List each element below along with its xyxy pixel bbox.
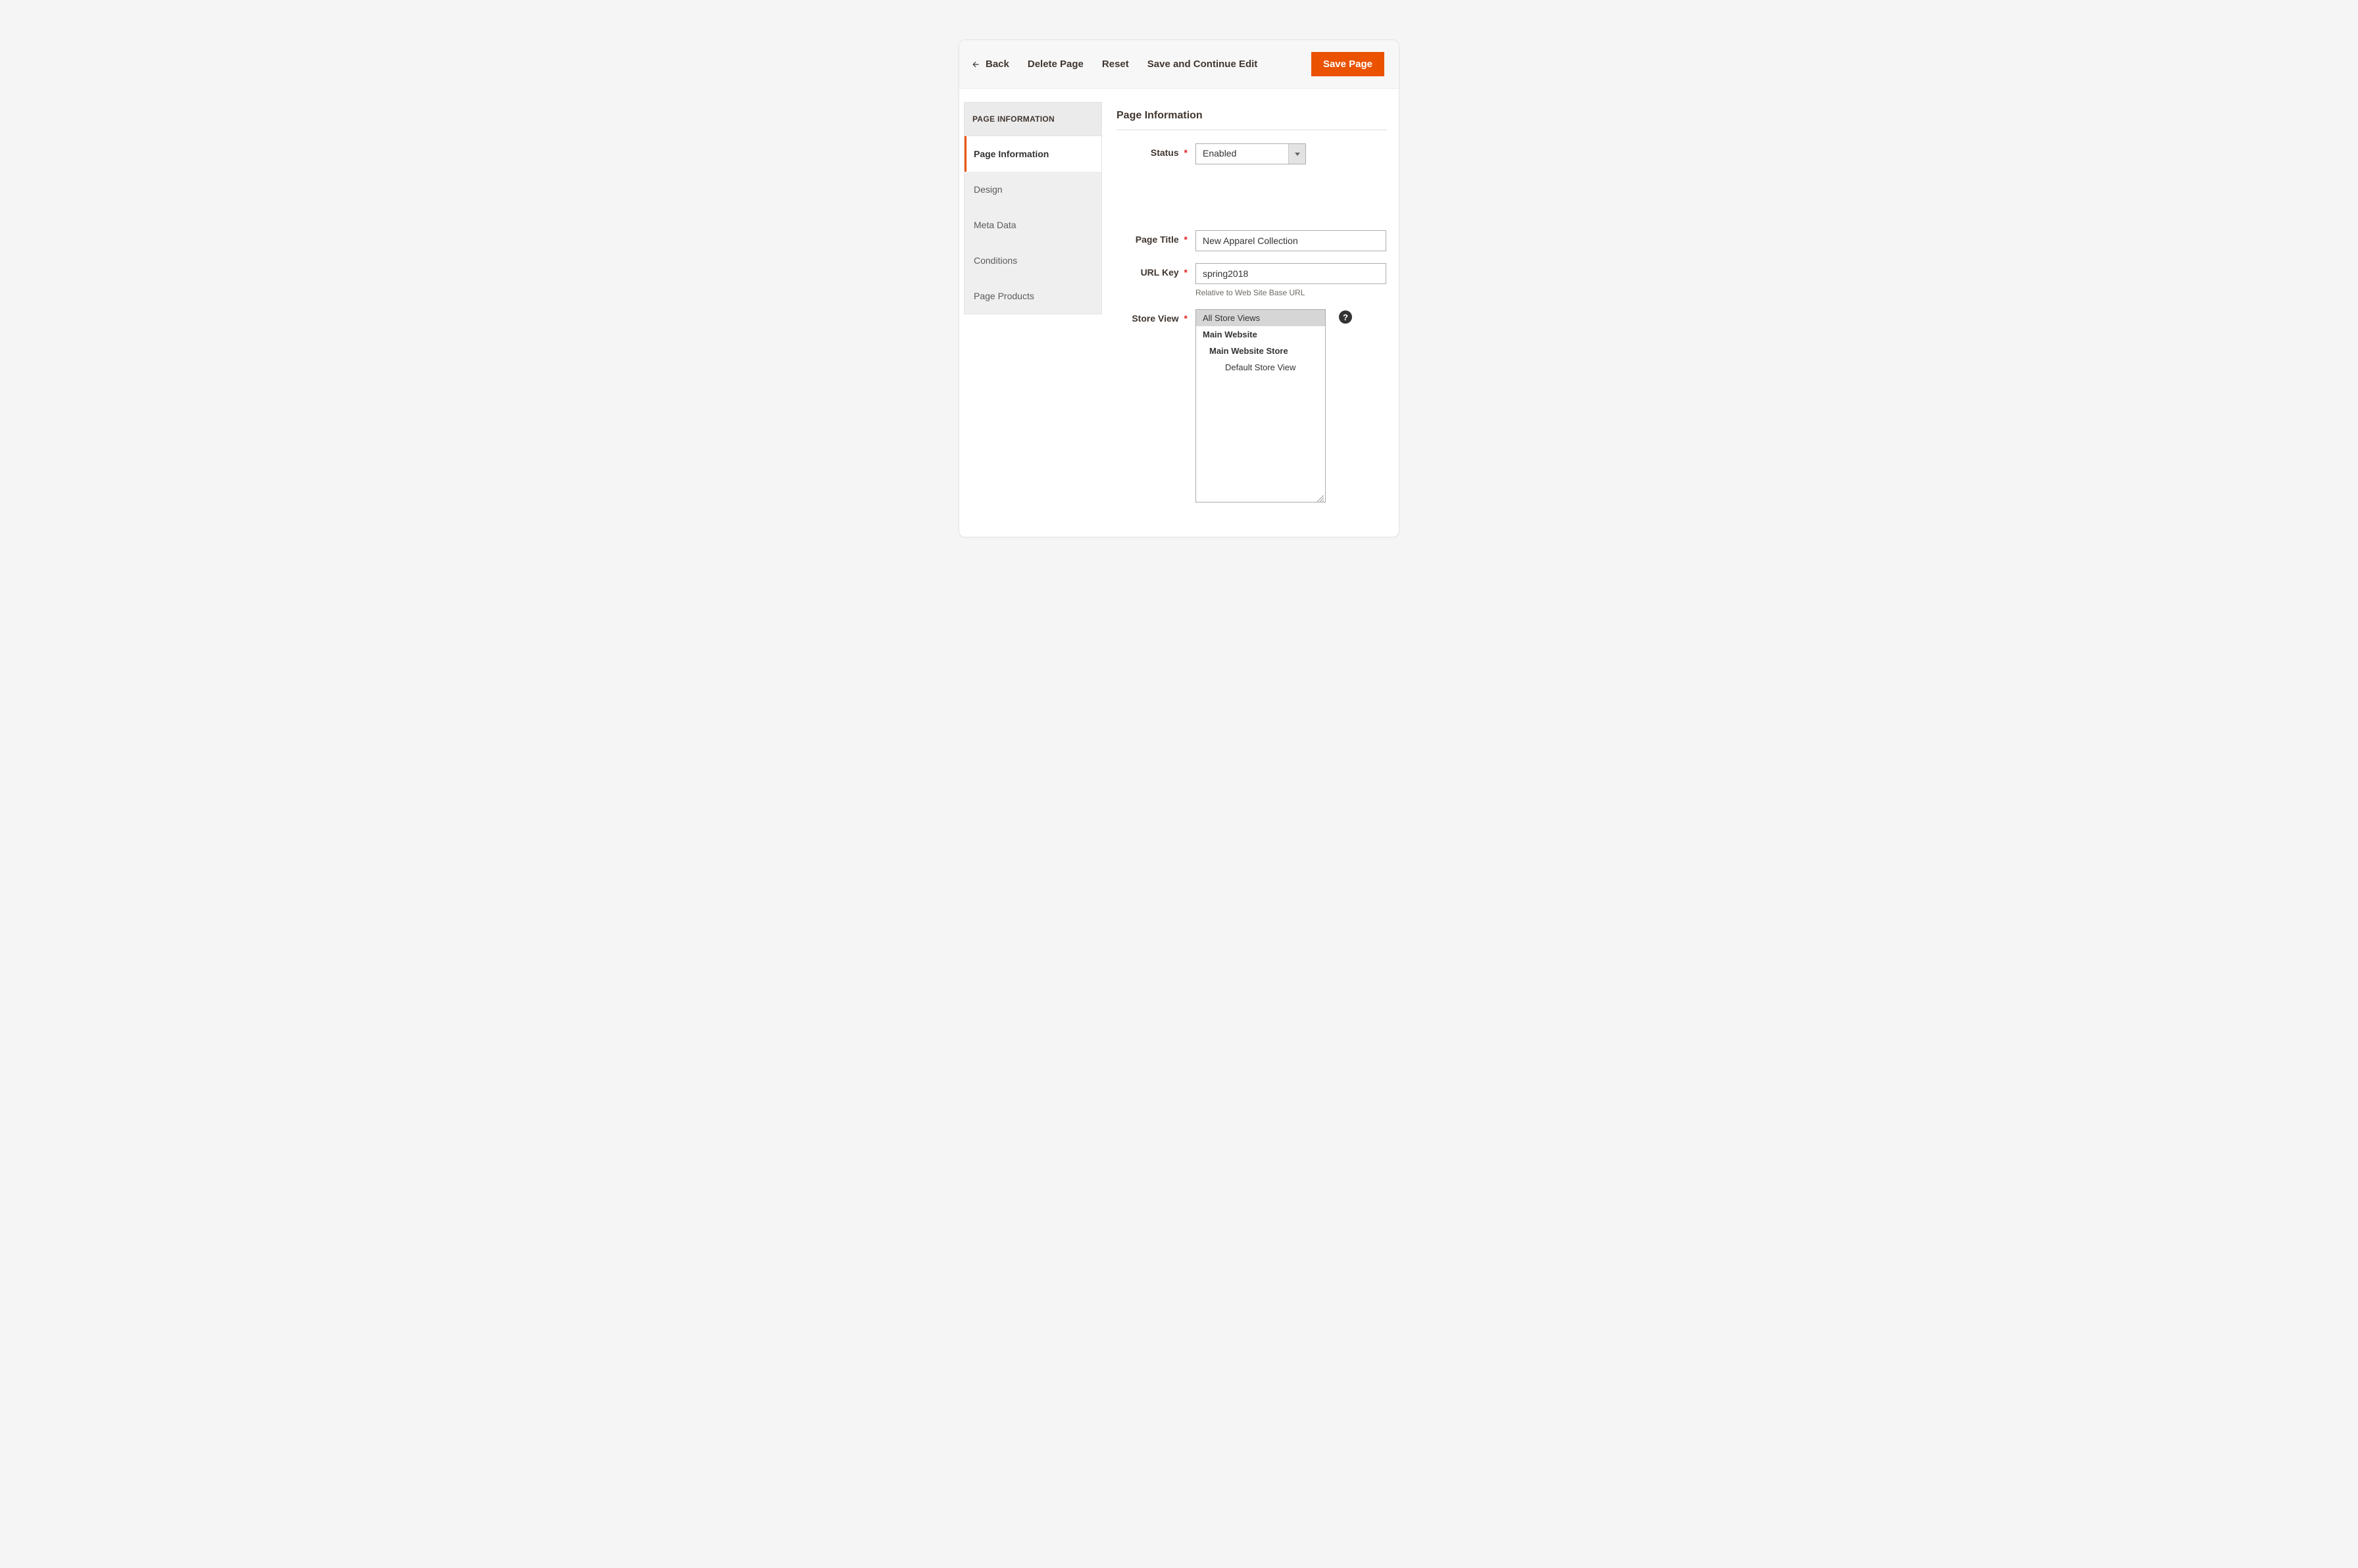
tab-design[interactable]: Design	[965, 172, 1101, 207]
pagetitle-label-text: Page Title	[1136, 234, 1179, 245]
tab-conditions[interactable]: Conditions	[965, 243, 1101, 278]
content: Page Information Status * Enabled	[1116, 102, 1387, 514]
storeview-row: Store View * All Store Views Main Websit…	[1116, 309, 1387, 502]
storeview-label-text: Store View	[1132, 313, 1178, 324]
urlkey-label: URL Key *	[1116, 263, 1195, 278]
toolbar: Back Delete Page Reset Save and Continue…	[959, 40, 1399, 89]
tab-meta-data[interactable]: Meta Data	[965, 207, 1101, 243]
admin-panel: Back Delete Page Reset Save and Continue…	[959, 39, 1399, 537]
urlkey-input[interactable]	[1195, 263, 1386, 284]
status-value: Enabled	[1196, 144, 1288, 164]
save-page-button[interactable]: Save Page	[1311, 52, 1384, 76]
urlkey-hint: Relative to Web Site Base URL	[1195, 288, 1387, 297]
sidebar-header: PAGE INFORMATION	[964, 102, 1102, 136]
required-asterisk: *	[1184, 313, 1188, 324]
delete-page-button[interactable]: Delete Page	[1028, 59, 1084, 70]
storeview-group-main-website[interactable]: Main Website	[1196, 326, 1325, 343]
back-label: Back	[986, 59, 1009, 70]
required-asterisk: *	[1184, 267, 1188, 278]
urlkey-row: URL Key * Relative to Web Site Base URL	[1116, 263, 1387, 297]
storeview-listbox[interactable]: All Store Views Main Website Main Websit…	[1195, 309, 1326, 502]
help-icon[interactable]: ?	[1339, 310, 1352, 324]
status-label: Status *	[1116, 143, 1195, 158]
sidebar: PAGE INFORMATION Page Information Design…	[964, 102, 1102, 514]
chevron-down-icon	[1288, 144, 1305, 164]
urlkey-label-text: URL Key	[1141, 267, 1179, 278]
reset-button[interactable]: Reset	[1102, 59, 1129, 70]
storeview-option-all[interactable]: All Store Views	[1196, 310, 1325, 326]
pagetitle-input[interactable]	[1195, 230, 1386, 251]
resize-handle-icon[interactable]	[1317, 494, 1324, 501]
storeview-label: Store View *	[1116, 309, 1195, 324]
required-asterisk: *	[1184, 234, 1188, 245]
status-select[interactable]: Enabled	[1195, 143, 1306, 164]
status-label-text: Status	[1151, 147, 1179, 158]
required-asterisk: *	[1184, 147, 1188, 158]
storeview-group-main-store[interactable]: Main Website Store	[1196, 343, 1325, 359]
pagetitle-label: Page Title *	[1116, 230, 1195, 245]
save-continue-button[interactable]: Save and Continue Edit	[1147, 59, 1258, 70]
panel-body: PAGE INFORMATION Page Information Design…	[959, 89, 1399, 537]
back-button[interactable]: Back	[971, 59, 1009, 70]
arrow-left-icon	[971, 60, 980, 69]
pagetitle-row: Page Title *	[1116, 230, 1387, 251]
tab-page-information[interactable]: Page Information	[965, 136, 1101, 172]
section-title: Page Information	[1116, 110, 1387, 130]
status-row: Status * Enabled	[1116, 143, 1387, 164]
storeview-option-default[interactable]: Default Store View	[1196, 359, 1325, 376]
tab-list: Page Information Design Meta Data Condit…	[964, 136, 1102, 314]
tab-page-products[interactable]: Page Products	[965, 278, 1101, 314]
